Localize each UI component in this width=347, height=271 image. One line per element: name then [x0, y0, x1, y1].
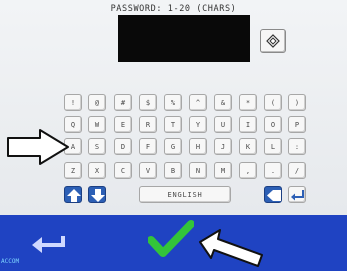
backspace-icon: [267, 190, 281, 201]
corner-label: ACCOM: [1, 258, 20, 265]
key[interactable]: :: [288, 138, 306, 155]
key[interactable]: P: [288, 116, 306, 133]
key[interactable]: #: [114, 94, 132, 111]
key[interactable]: (: [264, 94, 282, 111]
back-button[interactable]: [30, 232, 66, 254]
key[interactable]: C: [114, 162, 132, 179]
key[interactable]: $: [139, 94, 157, 111]
key[interactable]: E: [114, 116, 132, 133]
key[interactable]: J: [214, 138, 232, 155]
key[interactable]: Y: [189, 116, 207, 133]
eye-icon: [266, 34, 280, 48]
confirm-button[interactable]: [147, 220, 195, 258]
key[interactable]: T: [164, 116, 182, 133]
password-entry-screen: PASSWORD: 1-20 (CHARS) ! @ # $ % ^ & * (…: [0, 0, 347, 271]
key[interactable]: N: [189, 162, 207, 179]
key[interactable]: %: [164, 94, 182, 111]
key[interactable]: ^: [189, 94, 207, 111]
key[interactable]: ,: [239, 162, 257, 179]
key[interactable]: F: [139, 138, 157, 155]
language-key[interactable]: ENGLISH: [139, 186, 231, 203]
checkmark-icon: [147, 220, 195, 257]
key[interactable]: L: [264, 138, 282, 155]
shift-down-key[interactable]: [88, 186, 106, 203]
backspace-key[interactable]: [264, 186, 282, 203]
key[interactable]: U: [214, 116, 232, 133]
key[interactable]: M: [214, 162, 232, 179]
key[interactable]: !: [64, 94, 82, 111]
key[interactable]: R: [139, 116, 157, 133]
key[interactable]: G: [164, 138, 182, 155]
arrow-up-icon: [67, 189, 81, 202]
pointer-arrow-icon: [199, 229, 263, 267]
key[interactable]: &: [214, 94, 232, 111]
key[interactable]: K: [239, 138, 257, 155]
back-arrow-icon: [32, 236, 65, 253]
enter-icon: [291, 190, 304, 201]
key[interactable]: H: [189, 138, 207, 155]
key[interactable]: S: [88, 138, 106, 155]
key[interactable]: O: [264, 116, 282, 133]
key[interactable]: D: [114, 138, 132, 155]
key[interactable]: ): [288, 94, 306, 111]
key[interactable]: *: [239, 94, 257, 111]
password-display[interactable]: [118, 15, 250, 62]
key[interactable]: B: [164, 162, 182, 179]
shift-up-key[interactable]: [64, 186, 82, 203]
key[interactable]: X: [88, 162, 106, 179]
arrow-down-icon: [91, 189, 105, 202]
key[interactable]: /: [288, 162, 306, 179]
password-title: PASSWORD: 1-20 (CHARS): [110, 4, 237, 14]
pointer-arrow-icon: [7, 129, 69, 165]
key[interactable]: @: [88, 94, 106, 111]
reveal-password-button[interactable]: [260, 29, 286, 53]
key[interactable]: W: [88, 116, 106, 133]
key[interactable]: V: [139, 162, 157, 179]
enter-key[interactable]: [288, 186, 306, 203]
key[interactable]: I: [239, 116, 257, 133]
key[interactable]: .: [264, 162, 282, 179]
